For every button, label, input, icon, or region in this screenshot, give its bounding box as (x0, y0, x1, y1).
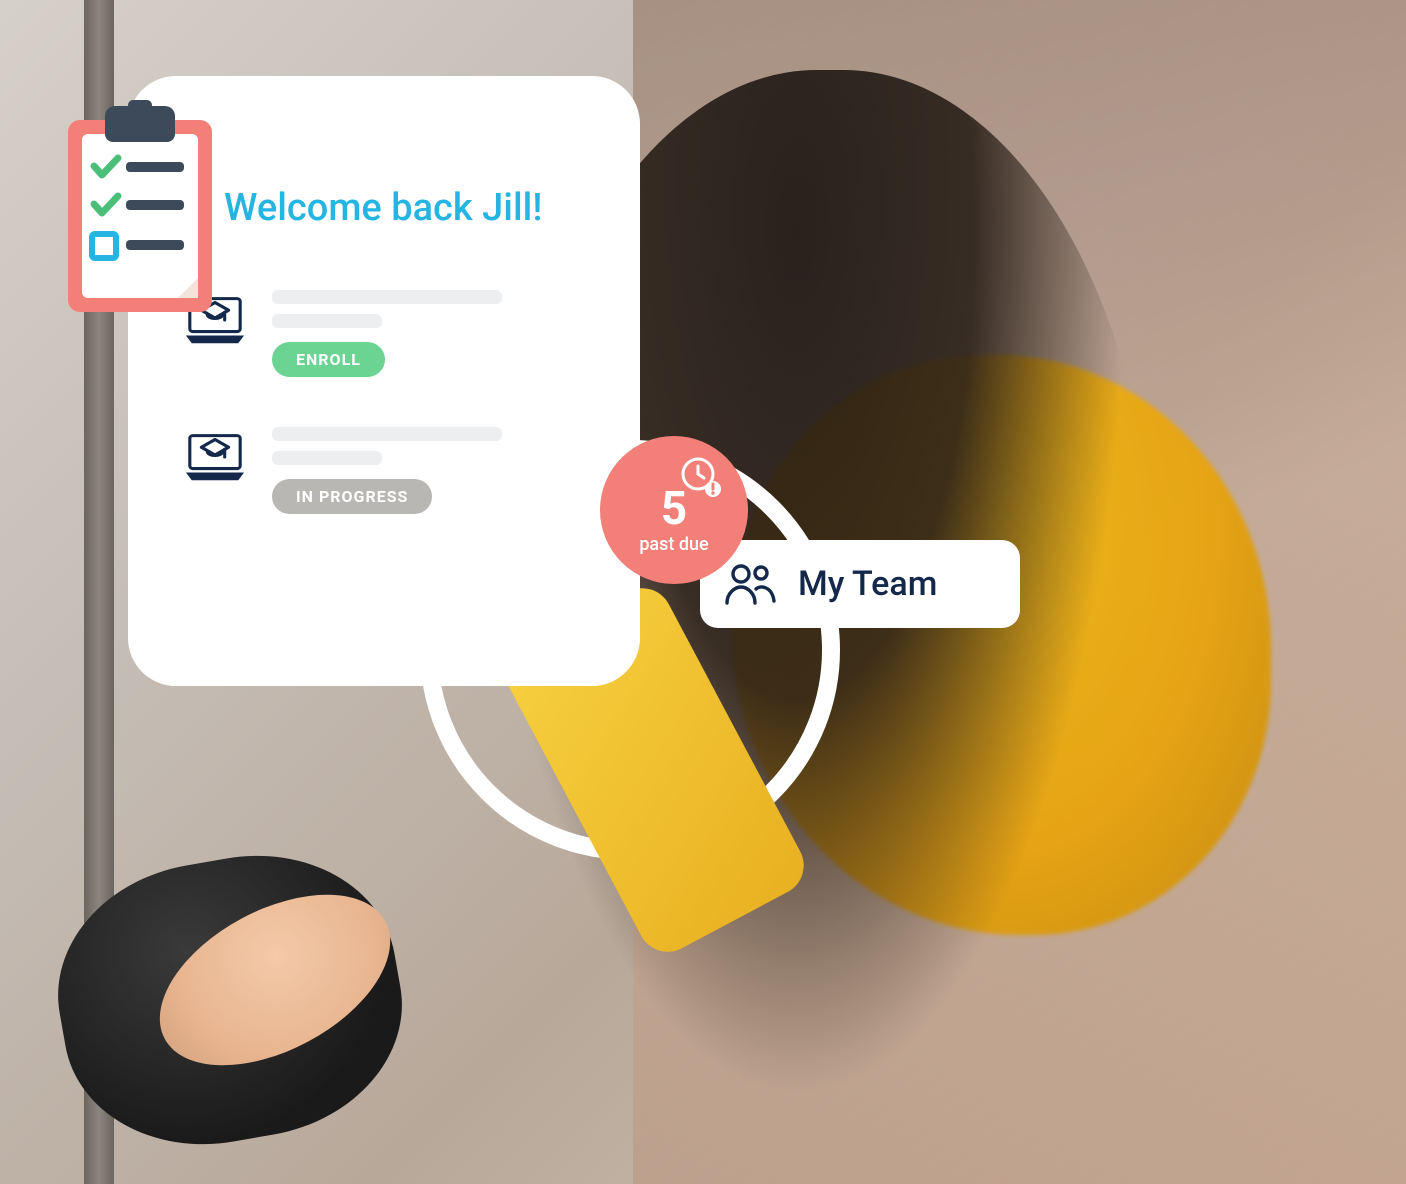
course-subtitle-placeholder (272, 314, 382, 328)
course-subtitle-placeholder (272, 451, 382, 465)
course-title-placeholder (272, 427, 502, 441)
my-team-label: My Team (798, 564, 937, 604)
in-progress-badge: IN PROGRESS (272, 479, 432, 514)
course-summary: ENROLL (272, 290, 584, 377)
course-item[interactable]: ENROLL (184, 290, 584, 377)
welcome-title: Welcome back Jill! (224, 186, 584, 230)
course-summary: IN PROGRESS (272, 427, 584, 514)
checklist-clipboard-icon (60, 100, 220, 320)
enroll-button[interactable]: ENROLL (272, 342, 385, 377)
my-team-card[interactable]: My Team (700, 540, 1020, 628)
past-due-badge[interactable]: 5 past due (600, 436, 748, 584)
team-icon (724, 561, 776, 607)
course-title-placeholder (272, 290, 502, 304)
course-item[interactable]: IN PROGRESS (184, 427, 584, 514)
clock-alert-icon (678, 454, 724, 504)
elearning-icon (184, 427, 246, 483)
past-due-label: past due (639, 534, 708, 555)
